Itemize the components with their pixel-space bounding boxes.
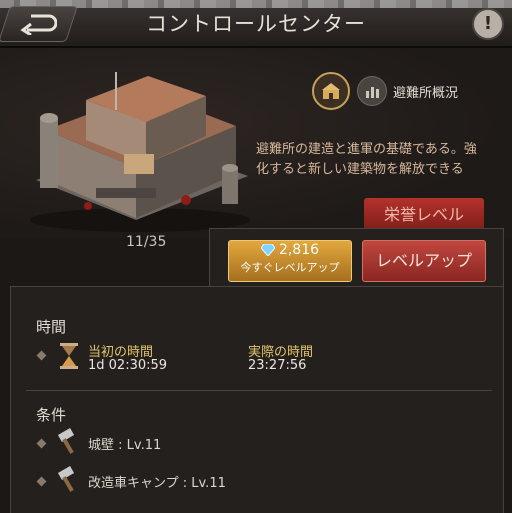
hourglass-icon: [60, 343, 78, 369]
hammer-icon: [57, 428, 75, 454]
category-label: 避難所概況: [393, 86, 459, 101]
instant-upgrade-button[interactable]: 2,816 今すぐレベルアップ: [228, 240, 352, 282]
condition-wall: 城壁 : Lv.11: [88, 438, 162, 453]
shelter-icon[interactable]: [312, 72, 350, 110]
description-line-2: 化すると新しい建築物を解放できる: [256, 162, 464, 177]
details-panel: [10, 286, 504, 513]
shelter-building-icon: [30, 72, 250, 232]
level-up-button[interactable]: レベルアップ: [362, 240, 486, 282]
top-bar: コントロールセンター !: [0, 0, 512, 48]
actual-time-value: 23:27:56: [248, 358, 307, 373]
hammer-icon: [57, 466, 75, 492]
conditions-section-title: 条件: [36, 406, 67, 424]
condition-vehicle-camp: 改造車キャンプ : Lv.11: [88, 476, 226, 491]
diamond-icon: [260, 244, 275, 256]
instant-upgrade-label: 今すぐレベルアップ: [240, 261, 340, 274]
page-title: コントロールセンター: [146, 12, 366, 36]
building-description: 避難所の建造と進軍の基礎である。強 化すると新しい建築物を解放できる: [256, 140, 506, 180]
chart-icon[interactable]: [357, 76, 387, 106]
description-line-1: 避難所の建造と進軍の基礎である。強: [256, 142, 477, 157]
instant-cost: 2,816: [278, 242, 320, 258]
level-progress: 11/35: [126, 234, 167, 250]
section-divider: [26, 390, 492, 391]
honor-level-button[interactable]: 栄誉レベル: [364, 198, 484, 232]
original-time-value: 1d 02:30:59: [88, 358, 168, 373]
exclamation-icon[interactable]: !: [472, 8, 504, 40]
time-section-title: 時間: [36, 318, 67, 336]
